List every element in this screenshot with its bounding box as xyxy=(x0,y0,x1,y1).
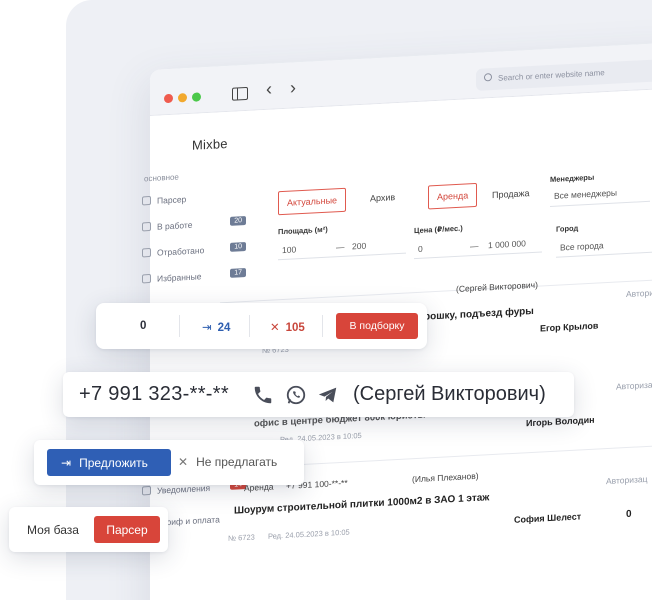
listing-count: 0 xyxy=(626,508,632,521)
managers-select[interactable]: Все менеджеры xyxy=(554,188,617,201)
city-label: Город xyxy=(556,223,579,234)
sidebar-item-in-work[interactable]: В работе 20 xyxy=(142,215,246,232)
tab-rent[interactable]: Аренда xyxy=(428,182,478,210)
price-from-input[interactable]: 0 xyxy=(418,244,423,254)
listing-date: Ред. 24.05.2023 в 10:05 xyxy=(268,527,350,541)
maximize-window-dot[interactable] xyxy=(192,92,201,102)
sidebar-item-parser[interactable]: Парсер xyxy=(142,191,246,206)
divider xyxy=(278,252,406,261)
lock-icon xyxy=(142,221,151,232)
area-to-input[interactable]: 200 xyxy=(352,241,366,252)
listing-manager: София Шелест xyxy=(514,511,582,525)
do-not-offer-button[interactable]: ✕ Не предлагать xyxy=(178,455,277,469)
listing-contact: (Илья Плеханов) xyxy=(412,470,479,485)
listing-number: № 6723 xyxy=(228,532,255,543)
divider xyxy=(414,251,542,260)
minimize-window-dot[interactable] xyxy=(178,93,187,103)
divider xyxy=(322,315,323,337)
contact-name: (Сергей Викторович) xyxy=(353,383,546,405)
divider xyxy=(220,274,652,304)
app-logo: Mixbe xyxy=(192,135,228,153)
tab-archive[interactable]: Архив xyxy=(370,192,395,203)
listing-contact: (Сергей Викторович) xyxy=(456,279,538,294)
login-icon: ⇥ xyxy=(61,456,72,470)
offer-button[interactable]: ⇥ Предложить xyxy=(47,449,171,476)
range-dash: — xyxy=(336,241,345,253)
range-dash: — xyxy=(470,240,479,252)
my-base-tab[interactable]: Моя база xyxy=(27,523,79,537)
base-switch-card: Моя база Парсер xyxy=(9,507,168,552)
tab-sale[interactable]: Продажа xyxy=(492,188,530,200)
done-icon xyxy=(142,247,151,258)
close-icon: ✕ xyxy=(270,322,280,334)
parser-button[interactable]: Парсер xyxy=(94,516,160,543)
managers-label: Менеджеры xyxy=(550,172,595,185)
whatsapp-icon[interactable] xyxy=(285,384,307,406)
parser-icon xyxy=(142,195,151,206)
auth-label: Авторизац xyxy=(616,379,652,392)
count-badge: 10 xyxy=(230,241,246,252)
phone-card: +7 991 323-**-** (Сергей Викторович) xyxy=(63,372,574,417)
auth-label: Авториз xyxy=(626,287,652,300)
back-arrow-icon[interactable]: ‹ xyxy=(266,79,272,99)
phone-icon[interactable] xyxy=(252,384,274,406)
search-icon xyxy=(484,73,492,82)
listing-manager: Егор Крылов xyxy=(540,320,599,334)
area-label: Площадь (м²) xyxy=(278,224,328,237)
address-bar[interactable]: Search or enter website name xyxy=(476,55,652,91)
divider xyxy=(556,251,652,258)
stat-zero: 0 xyxy=(140,320,147,332)
login-icon: ⇥ xyxy=(202,322,212,334)
listing-title[interactable]: рошку, подъезд фуры xyxy=(424,306,534,323)
telegram-icon[interactable] xyxy=(317,384,339,406)
price-label: Цена (₽/мес.) xyxy=(414,223,463,236)
sidebar-item-favorites[interactable]: Избранные 17 xyxy=(142,267,246,284)
divider xyxy=(249,315,250,337)
sidebar-toggle-icon[interactable] xyxy=(232,86,248,101)
auth-label: Авторизац xyxy=(606,473,648,487)
add-to-selection-button[interactable]: В подборку xyxy=(336,313,418,339)
forward-arrow-icon[interactable]: › xyxy=(290,77,296,97)
sidebar-item-done[interactable]: Отработано 10 xyxy=(142,241,246,258)
sidebar-section-label: основное xyxy=(144,172,179,184)
close-icon: ✕ xyxy=(178,455,189,469)
count-badge: 17 xyxy=(230,267,246,278)
stats-card: 0 ⇥ 24 ✕ 105 В подборку xyxy=(96,303,427,349)
star-icon xyxy=(142,273,151,284)
stat-rejected: ✕ 105 xyxy=(270,322,305,334)
bell-icon xyxy=(142,485,151,496)
price-to-input[interactable]: 1 000 000 xyxy=(488,238,526,250)
address-placeholder: Search or enter website name xyxy=(498,68,605,83)
stat-offered: ⇥ 24 xyxy=(202,322,231,334)
phone-number[interactable]: +7 991 323-**-** xyxy=(79,383,229,406)
count-badge: 20 xyxy=(230,215,246,226)
tab-actual[interactable]: Актуальные xyxy=(278,187,347,216)
city-select[interactable]: Все города xyxy=(560,240,604,252)
divider xyxy=(179,315,180,337)
close-window-dot[interactable] xyxy=(164,93,173,104)
divider xyxy=(550,200,650,208)
offer-card: ⇥ Предложить ✕ Не предлагать xyxy=(34,440,304,485)
area-from-input[interactable]: 100 xyxy=(282,244,296,255)
listing-title[interactable]: Шоурум строительной плитки 1000м2 в ЗАО … xyxy=(234,492,489,516)
